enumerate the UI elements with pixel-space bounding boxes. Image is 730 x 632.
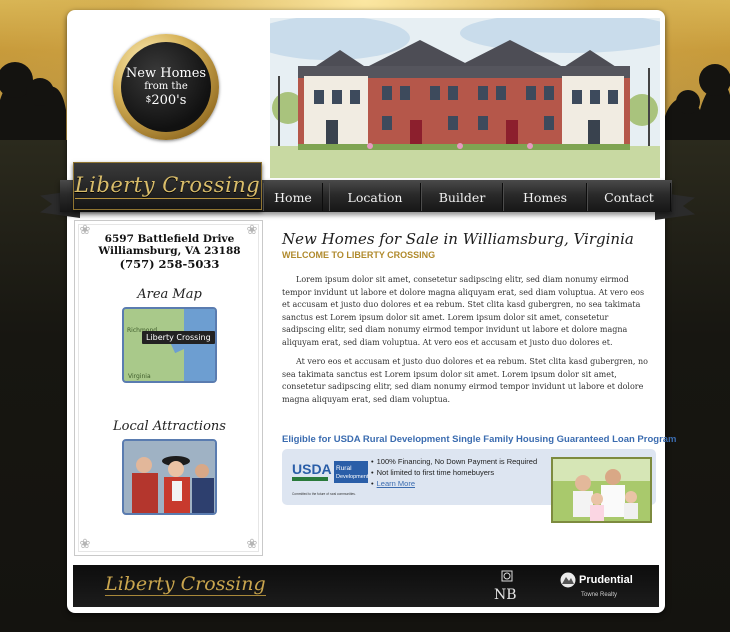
site-logo[interactable]: Liberty Crossing bbox=[73, 162, 262, 210]
local-attractions-heading: Local Attractions bbox=[113, 419, 226, 434]
intro-paragraph-2: At vero eos et accusam et justo duo dolo… bbox=[282, 357, 648, 404]
page-subtitle: WELCOME TO LIBERTY CROSSING bbox=[282, 250, 436, 260]
usda-benefit-item: 100% Financing, No Down Payment is Requi… bbox=[371, 456, 538, 467]
usda-logo-text: USDA bbox=[292, 461, 332, 477]
footer-logo[interactable]: Liberty Crossing bbox=[105, 573, 266, 596]
footer-brand-sub: Towne Realty bbox=[581, 592, 618, 598]
usda-heading: Eligible for USDA Rural Development Sing… bbox=[282, 434, 677, 445]
learn-more-link[interactable]: Learn More bbox=[377, 479, 415, 488]
prudential-rock-icon bbox=[559, 572, 577, 588]
footer-brand-name[interactable]: Prudential bbox=[579, 574, 633, 586]
usda-benefit-item: Not limited to first time homebuyers bbox=[371, 467, 537, 478]
nav-contact[interactable]: Contact bbox=[587, 183, 671, 211]
area-map-thumbnail[interactable]: Richmond Liberty Crossing Virginia bbox=[122, 307, 217, 383]
badge-price-value: 200's bbox=[151, 92, 187, 108]
local-attractions-photo[interactable] bbox=[122, 439, 217, 515]
nav-homes[interactable]: Homes bbox=[503, 183, 587, 211]
builder-logo-text: NB bbox=[494, 587, 517, 602]
map-state-label: Virginia bbox=[128, 373, 151, 380]
nav-builder[interactable]: Builder bbox=[421, 183, 503, 211]
page-title: New Homes for Sale in Williamsburg, Virg… bbox=[282, 230, 634, 248]
usda-benefits-list: 100% Financing, No Down Payment is Requi… bbox=[371, 456, 538, 489]
usda-logo: USDA Rural Development Committed to the … bbox=[290, 457, 370, 497]
phone-number[interactable]: (757) 258-5033 bbox=[75, 257, 264, 271]
usda-rural-text: Rural bbox=[336, 465, 352, 472]
badge-line1: New Homes bbox=[125, 65, 207, 81]
usda-development-text: Development bbox=[336, 474, 369, 480]
builder-logo: NB bbox=[493, 570, 521, 603]
intro-paragraph-1: Lorem ipsum dolor sit amet, consetetur s… bbox=[282, 275, 645, 347]
corner-ornament-icon: ❀ bbox=[246, 537, 258, 552]
usda-tagline: Committed to the future of rural communi… bbox=[292, 492, 356, 496]
corner-ornament-icon: ❀ bbox=[79, 537, 91, 552]
area-map-heading: Area Map bbox=[137, 287, 202, 302]
badge-price: $200's bbox=[146, 93, 187, 108]
price-badge: New Homes from the $200's bbox=[113, 34, 219, 140]
map-location-label: Liberty Crossing bbox=[142, 331, 215, 344]
family-photo bbox=[551, 457, 652, 523]
hero-illustration bbox=[270, 18, 660, 178]
nav-home[interactable]: Home bbox=[263, 183, 323, 211]
site-logo-text: Liberty Crossing bbox=[74, 173, 261, 199]
address-street: 6597 Battlefield Drive bbox=[104, 233, 235, 245]
address-city: Williamsburg, VA 23188 bbox=[98, 245, 241, 257]
badge-line2: from the bbox=[144, 80, 188, 92]
nav-location[interactable]: Location bbox=[329, 183, 421, 211]
sidebar-panel: ❀ ❀ ❀ ❀ 6597 Battlefield Drive Williamsb… bbox=[74, 220, 263, 556]
usda-learn-more-item: Learn More bbox=[371, 478, 537, 489]
price-badge-inner: New Homes from the $200's bbox=[121, 42, 211, 132]
